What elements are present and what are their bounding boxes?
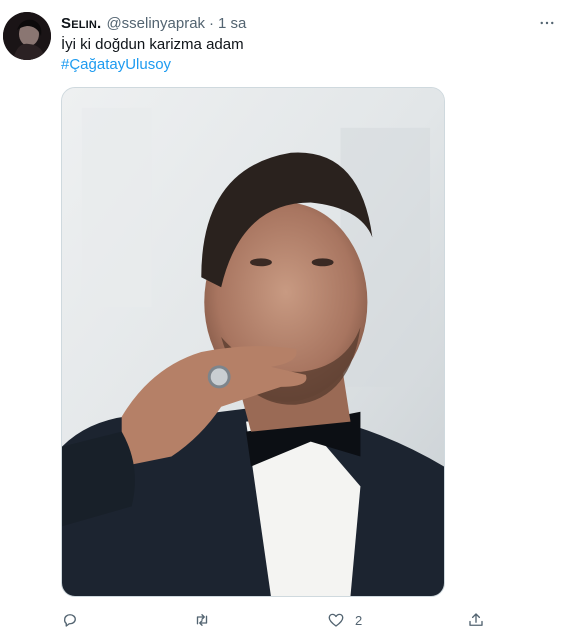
reply-button[interactable] — [61, 608, 89, 632]
avatar-image — [3, 12, 51, 60]
tweet[interactable]: Selin. @sselinyaprak · 1 sa İyi ki doğdu… — [0, 0, 566, 638]
share-icon — [469, 613, 483, 626]
separator-dot: · — [209, 14, 215, 32]
reply-icon — [63, 614, 76, 627]
more-options-button[interactable] — [536, 12, 558, 34]
retweet-button[interactable] — [193, 608, 221, 632]
tweet-photo[interactable] — [61, 87, 445, 597]
share-button[interactable] — [467, 608, 495, 632]
heart-icon — [328, 613, 344, 627]
hashtag-link[interactable]: #ÇağatayUlusoy — [61, 55, 171, 75]
more-horizontal-icon — [540, 21, 554, 25]
display-name[interactable]: Selin. — [61, 15, 101, 32]
portrait-photo — [62, 88, 444, 596]
tweet-text: İyi ki doğdun karizma adam — [61, 36, 244, 53]
user-handle[interactable]: @sselinyaprak — [106, 15, 205, 32]
tweet-actions: 2 — [61, 608, 501, 632]
avatar[interactable] — [3, 12, 51, 60]
tweet-header: Selin. @sselinyaprak · 1 sa — [61, 13, 246, 33]
tweet-time[interactable]: 1 sa — [218, 15, 246, 32]
like-button[interactable]: 2 — [327, 608, 362, 632]
retweet-icon — [196, 614, 208, 626]
like-count: 2 — [355, 612, 363, 628]
